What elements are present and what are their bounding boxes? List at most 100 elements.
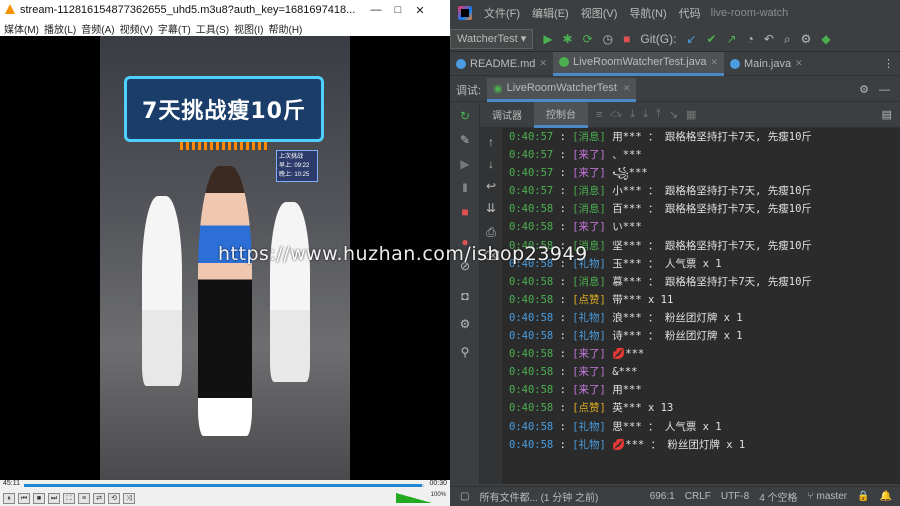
git-push-icon[interactable]: ↗	[727, 33, 737, 45]
git-update-icon[interactable]: ↙	[686, 33, 696, 45]
tab-liveroomwatchertest[interactable]: LiveRoomWatcherTest.java ✕	[552, 51, 724, 76]
plugin-icon[interactable]: ◆	[821, 33, 830, 45]
pin-icon[interactable]: ⚲	[457, 344, 473, 360]
cursor-position[interactable]: 696:1	[650, 491, 675, 502]
java-class-icon	[558, 57, 569, 67]
maximize-button[interactable]: □	[387, 0, 409, 20]
tab-readme[interactable]: README.md ✕	[450, 52, 553, 76]
console-output[interactable]: 0:40:57 : [消息] 用*** ： 跟格格坚持打卡7天, 先瘦10斤 0:…	[502, 128, 900, 484]
console-message-text: い***	[612, 221, 642, 234]
tab-debugger[interactable]: 调试器	[480, 102, 534, 128]
arrow-down-icon[interactable]: ↓	[483, 156, 499, 172]
dancer-right	[270, 202, 310, 382]
rerun-icon[interactable]: ↻	[457, 108, 473, 124]
console-separator: :	[553, 420, 573, 433]
debug-session-label: LiveRoomWatcherTest	[506, 82, 617, 94]
close-tab-icon[interactable]: ✕	[623, 83, 631, 94]
layout-icon[interactable]: ▤	[882, 108, 892, 121]
close-tab-icon[interactable]: ✕	[795, 58, 803, 69]
close-button[interactable]: ✕	[409, 0, 431, 20]
lock-icon[interactable]: 🔒	[857, 491, 869, 502]
status-layout-icon[interactable]: ▢	[460, 491, 469, 502]
run-icon[interactable]: ▶	[543, 33, 552, 45]
soft-wrap-icon[interactable]: ↩	[483, 178, 499, 194]
console-message-text: 用*** ： 跟格格坚持打卡7天, 先瘦10斤	[612, 131, 812, 143]
menu-code[interactable]: 代码	[679, 5, 701, 21]
indent-setting[interactable]: 4 个空格	[759, 489, 797, 504]
print-icon[interactable]: ⎙	[483, 224, 499, 240]
stop-icon[interactable]: ■	[623, 33, 630, 45]
close-tab-icon[interactable]: ✕	[710, 57, 718, 68]
volume-slider[interactable]	[396, 493, 432, 503]
camera-icon[interactable]: ◘	[457, 288, 473, 304]
console-line: 0:40:58 : [来了] 用***	[502, 381, 900, 399]
debug-icon[interactable]: ✱	[563, 33, 573, 45]
menu-view[interactable]: 视图(V)	[581, 5, 618, 21]
console-line: 0:40:58 : [点赞] 带*** x 11	[502, 291, 900, 309]
run-config-selector[interactable]: WatcherTest ▾	[450, 28, 534, 49]
step-out-icon[interactable]: ⤒	[656, 108, 661, 121]
scroll-to-end-icon[interactable]: ⇊	[483, 200, 499, 216]
git-branch[interactable]: master	[817, 491, 848, 502]
menu-edit[interactable]: 编辑(E)	[532, 5, 569, 21]
menu-view[interactable]: 视图(I)	[234, 21, 263, 36]
run-to-cursor-icon[interactable]: ↘	[669, 108, 678, 121]
stop-icon[interactable]: ■	[33, 492, 45, 504]
wrench-icon[interactable]: ✎	[457, 132, 473, 148]
arrow-up-icon[interactable]: ↑	[483, 134, 499, 150]
loop-icon[interactable]: ⟲	[108, 492, 120, 504]
hide-panel-icon[interactable]: —	[879, 84, 890, 96]
history-icon[interactable]: ◔	[747, 33, 754, 45]
console-event-tag: [消息]	[572, 203, 606, 216]
vlc-title-bar[interactable]: stream-112816154877362655_uhd5.m3u8?auth…	[0, 0, 450, 20]
menu-help[interactable]: 帮助(H)	[269, 21, 303, 36]
rollback-icon[interactable]: ↶	[764, 33, 774, 45]
menu-lines-icon[interactable]: ≡	[596, 109, 602, 121]
minimize-button[interactable]: —	[365, 0, 387, 20]
pause-icon[interactable]: ⏸	[3, 492, 15, 504]
tab-main[interactable]: Main.java ✕	[724, 52, 809, 76]
search-icon[interactable]: ⌕	[784, 33, 791, 45]
tab-console[interactable]: 控制台	[534, 101, 588, 128]
settings-gear-icon[interactable]: ⚙	[801, 33, 812, 45]
force-step-icon[interactable]: ⤓	[643, 108, 648, 121]
debug-session-tab[interactable]: ◉ LiveRoomWatcherTest ✕	[487, 77, 637, 102]
next-icon[interactable]: ⏭	[48, 492, 60, 504]
settings-gear-icon[interactable]: ⚙	[859, 83, 869, 96]
menu-file[interactable]: 文件(F)	[484, 5, 520, 21]
previous-icon[interactable]: ⏮	[18, 492, 30, 504]
tab-menu-icon[interactable]: ⋮	[877, 52, 900, 76]
menu-navigate[interactable]: 导航(N)	[629, 5, 666, 21]
file-encoding[interactable]: UTF-8	[721, 491, 749, 502]
resume-icon[interactable]: ▶	[457, 156, 473, 172]
menu-playback[interactable]: 播放(L)	[44, 21, 76, 36]
pause-icon[interactable]: ‖	[457, 180, 473, 196]
shuffle-icon[interactable]: ⤨	[123, 492, 135, 504]
run-config-label: WatcherTest	[457, 32, 518, 45]
menu-tools[interactable]: 工具(S)	[196, 21, 229, 36]
settings-gear-icon[interactable]: ⚙	[457, 316, 473, 332]
stop-icon[interactable]: ■	[457, 204, 473, 220]
git-commit-icon[interactable]: ✔	[706, 33, 716, 45]
line-ending[interactable]: CRLF	[685, 491, 711, 502]
java-class-icon	[729, 58, 740, 69]
console-line: 0:40:57 : [来了] 、***	[502, 146, 900, 164]
notifications-icon[interactable]: 🔔	[880, 491, 892, 502]
evaluate-icon[interactable]: ▦	[686, 108, 696, 121]
extended-settings-icon[interactable]: ⇄	[93, 492, 105, 504]
console-separator: :	[553, 293, 573, 306]
step-over-icon[interactable]: ⤼	[610, 108, 622, 121]
playlist-icon[interactable]: ≡	[78, 492, 90, 504]
fullscreen-icon[interactable]: ⛶	[63, 492, 75, 504]
menu-subtitle[interactable]: 字幕(T)	[158, 21, 191, 36]
close-tab-icon[interactable]: ✕	[539, 58, 547, 69]
step-into-icon[interactable]: ⤓	[630, 108, 635, 121]
menu-media[interactable]: 媒体(M)	[4, 21, 39, 36]
coverage-icon[interactable]: ⟳	[583, 33, 593, 45]
menu-audio[interactable]: 音频(A)	[81, 21, 114, 36]
seek-bar[interactable]	[24, 484, 424, 487]
menu-video[interactable]: 视频(V)	[120, 21, 153, 36]
debug-session-icon: ◉	[493, 82, 503, 95]
profile-icon[interactable]: ◷	[603, 33, 613, 45]
project-title: live-room-watch	[710, 7, 789, 19]
